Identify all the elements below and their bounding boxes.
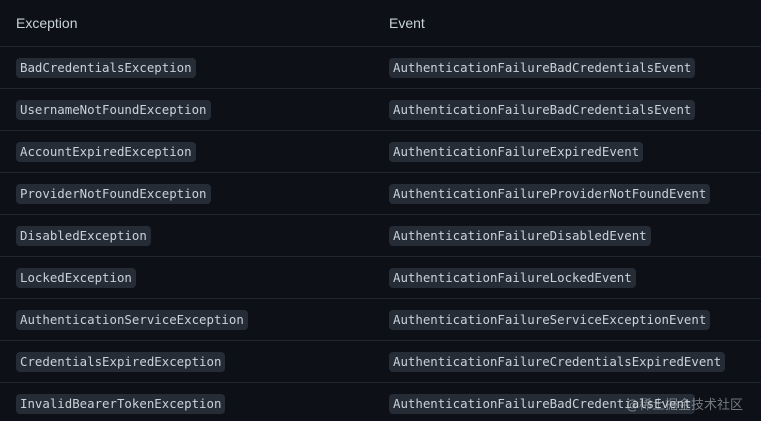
event-cell: AuthenticationFailureExpiredEvent — [373, 130, 761, 173]
exception-code: UsernameNotFoundException — [16, 99, 211, 120]
header-event: Event — [373, 0, 761, 47]
exception-cell: InvalidBearerTokenException — [0, 383, 373, 421]
exception-code: LockedException — [16, 267, 136, 288]
exception-code: BadCredentialsException — [16, 57, 196, 78]
page: Exception Event BadCredentialsException … — [0, 0, 761, 421]
exception-code: AuthenticationServiceException — [16, 309, 248, 330]
exception-cell: CredentialsExpiredException — [0, 340, 373, 383]
event-cell: AuthenticationFailureBadCredentialsEvent — [373, 46, 761, 89]
exception-cell: AuthenticationServiceException — [0, 298, 373, 341]
table-row: DisabledException AuthenticationFailureD… — [0, 214, 761, 257]
event-cell: AuthenticationFailureBadCredentialsEvent — [373, 88, 761, 131]
event-code: AuthenticationFailureLockedEvent — [389, 267, 636, 288]
event-cell: AuthenticationFailureDisabledEvent — [373, 214, 761, 257]
exception-cell: AccountExpiredException — [0, 130, 373, 173]
event-code: AuthenticationFailureExpiredEvent — [389, 141, 644, 162]
header-exception: Exception — [0, 0, 373, 47]
exception-cell: UsernameNotFoundException — [0, 88, 373, 131]
exception-code: ProviderNotFoundException — [16, 183, 211, 204]
exception-code: CredentialsExpiredException — [16, 351, 226, 372]
table-row: LockedException AuthenticationFailureLoc… — [0, 256, 761, 299]
table-header-row: Exception Event — [0, 0, 761, 47]
exception-code: InvalidBearerTokenException — [16, 393, 226, 414]
exception-cell: DisabledException — [0, 214, 373, 257]
event-code: AuthenticationFailureBadCredentialsEvent — [389, 99, 696, 120]
exception-code: DisabledException — [16, 225, 151, 246]
event-cell: AuthenticationFailureProviderNotFoundEve… — [373, 172, 761, 215]
event-cell: AuthenticationFailureCredentialsExpiredE… — [373, 340, 761, 383]
table-row: CredentialsExpiredException Authenticati… — [0, 340, 761, 383]
event-code: AuthenticationFailureProviderNotFoundEve… — [389, 183, 711, 204]
table-row: AuthenticationServiceException Authentic… — [0, 298, 761, 341]
event-code: AuthenticationFailureCredentialsExpiredE… — [389, 351, 726, 372]
event-code: AuthenticationFailureServiceExceptionEve… — [389, 309, 711, 330]
watermark: @稀土掘金技术社区 — [625, 398, 743, 413]
event-code: AuthenticationFailureBadCredentialsEvent — [389, 57, 696, 78]
exception-code: AccountExpiredException — [16, 141, 196, 162]
exception-cell: LockedException — [0, 256, 373, 299]
exception-event-table: Exception Event BadCredentialsException … — [0, 0, 761, 421]
event-cell: AuthenticationFailureLockedEvent — [373, 256, 761, 299]
table-row: UsernameNotFoundException Authentication… — [0, 88, 761, 131]
event-cell: AuthenticationFailureServiceExceptionEve… — [373, 298, 761, 341]
event-code: AuthenticationFailureDisabledEvent — [389, 225, 651, 246]
exception-cell: ProviderNotFoundException — [0, 172, 373, 215]
table-row: ProviderNotFoundException Authentication… — [0, 172, 761, 215]
table-row: AccountExpiredException AuthenticationFa… — [0, 130, 761, 173]
table-row: BadCredentialsException AuthenticationFa… — [0, 46, 761, 89]
exception-cell: BadCredentialsException — [0, 46, 373, 89]
